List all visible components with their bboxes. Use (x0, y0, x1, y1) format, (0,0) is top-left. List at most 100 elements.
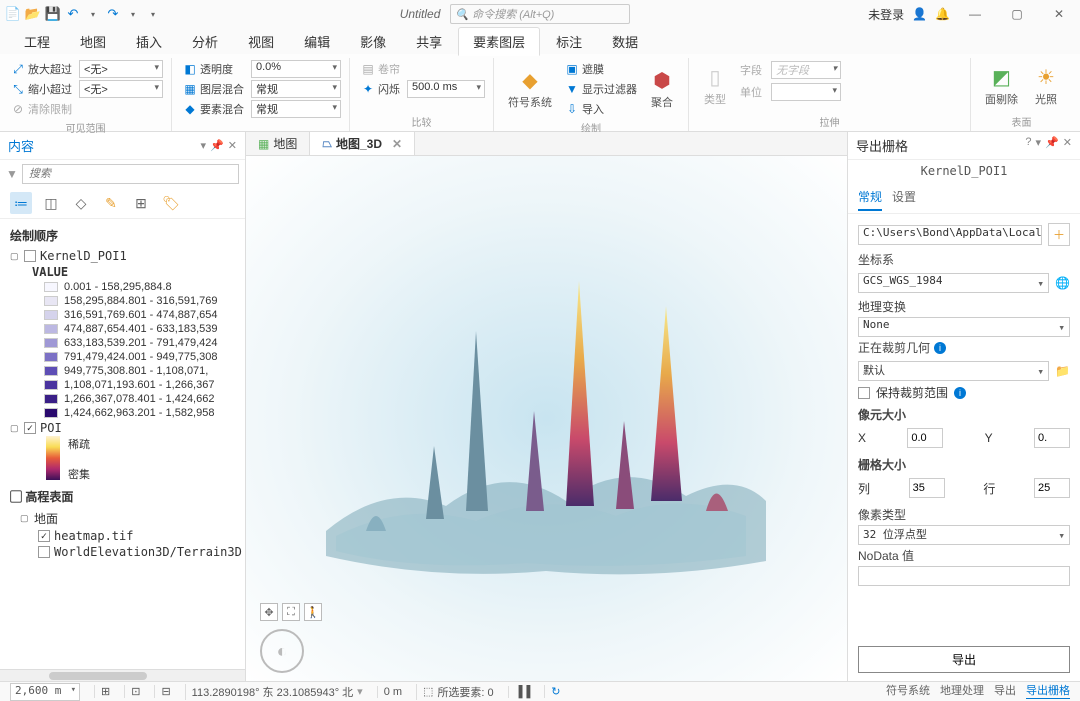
geotrans-select[interactable]: None (858, 317, 1070, 337)
list-by-selection-icon[interactable]: ◇ (70, 192, 92, 214)
caret-icon[interactable]: ▢ (20, 513, 30, 524)
look-around-icon[interactable]: 🚶 (304, 603, 322, 621)
list-by-labeling-icon[interactable]: 🏷 (160, 192, 182, 214)
tab-edit[interactable]: 编辑 (290, 28, 344, 55)
tab-labeling[interactable]: 标注 (542, 28, 596, 55)
tab-share[interactable]: 共享 (402, 28, 456, 55)
save-icon[interactable]: 💾 (44, 5, 62, 23)
help-icon[interactable]: ? (1025, 136, 1031, 155)
aggregate-button[interactable]: ⬢ 聚合 (644, 60, 680, 118)
constraints-icon[interactable]: ⊟ (161, 685, 170, 698)
clip-select[interactable]: 默认 (858, 361, 1049, 381)
qat-more-icon[interactable]: ▾ (144, 5, 162, 23)
tab-imagery[interactable]: 影像 (346, 28, 400, 55)
globe-icon[interactable]: 🌐 (1055, 276, 1070, 290)
user-icon[interactable]: 👤 (912, 7, 927, 21)
login-status[interactable]: 未登录 (868, 6, 904, 23)
layer-blend-select[interactable]: 常规 (251, 80, 341, 98)
list-by-snapping-icon[interactable]: ⊞ (130, 192, 152, 214)
layer-checkbox[interactable] (38, 546, 50, 558)
explore-tool-icon[interactable]: ✥ (260, 603, 278, 621)
tab-analysis[interactable]: 分析 (178, 28, 232, 55)
symbology-button[interactable]: ◆ 符号系统 (502, 60, 558, 118)
panel-options-icon[interactable]: ▾ (1036, 136, 1042, 155)
notifications-icon[interactable]: 🔔 (935, 7, 950, 21)
compass-widget[interactable]: ◐ (260, 629, 304, 673)
display-filter-button[interactable]: ▼显示过滤器 (562, 80, 640, 98)
ground-row[interactable]: ▢ 地面 (2, 509, 243, 528)
panel-pin-icon[interactable]: 📌 (210, 139, 224, 152)
opacity-select[interactable]: 0.0% (251, 60, 341, 78)
full-extent-icon[interactable]: ⛶ (282, 603, 300, 621)
cell-x-input[interactable] (907, 428, 943, 448)
dock-tab-symbology[interactable]: 符号系统 (886, 682, 930, 699)
list-by-editing-icon[interactable]: ✎ (100, 192, 122, 214)
list-by-source-icon[interactable]: ◫ (40, 192, 62, 214)
toc-scrollbar[interactable] (0, 669, 245, 681)
panel-close-icon[interactable]: ✕ (228, 139, 237, 152)
panel-options-icon[interactable]: ▾ (201, 139, 207, 152)
tab-insert[interactable]: 插入 (122, 28, 176, 55)
tab-settings[interactable]: 设置 (892, 184, 916, 211)
list-by-drawing-icon[interactable]: ≔ (10, 192, 32, 214)
zoom-out-beyond[interactable]: ⤡缩小超过 (8, 80, 75, 98)
filter-icon[interactable]: ▼ (6, 167, 18, 181)
cell-y-input[interactable] (1034, 428, 1070, 448)
tab-map[interactable]: 地图 (66, 28, 120, 55)
field-select[interactable]: 无字段 (771, 61, 841, 79)
export-button[interactable]: 导出 (858, 646, 1070, 673)
tab-data[interactable]: 数据 (598, 28, 652, 55)
tab-project[interactable]: 工程 (10, 28, 64, 55)
mask-button[interactable]: ▣遮膜 (562, 60, 640, 78)
caret-icon[interactable]: ▢ (10, 251, 20, 262)
scene-viewport[interactable]: ✥ ⛶ 🚶 ◐ (246, 156, 847, 681)
flash-button[interactable]: ✦闪烁 (358, 80, 403, 98)
caret-icon[interactable]: ▢ (10, 423, 20, 434)
layer-poi[interactable]: ▢ ✓ POI (2, 420, 243, 436)
scale-select[interactable]: 2,600 m (10, 683, 80, 701)
contents-search-input[interactable] (22, 164, 239, 184)
snap-icon[interactable]: ⊡ (131, 685, 140, 698)
cols-input[interactable] (909, 478, 945, 498)
close-button[interactable]: ✕ (1042, 3, 1076, 25)
terrain3d-layer[interactable]: WorldElevation3D/Terrain3D (2, 544, 243, 560)
zoom-out-select[interactable]: <无> (79, 80, 163, 98)
feature-blend-select[interactable]: 常规 (251, 100, 341, 118)
info-icon[interactable]: i (934, 342, 946, 354)
swipe-button[interactable]: ▤卷帘 (358, 60, 403, 78)
tab-view[interactable]: 视图 (234, 28, 288, 55)
lighting-button[interactable]: ☀ 光照 (1028, 60, 1064, 112)
import-button[interactable]: ⇩导入 (562, 100, 640, 118)
select-icon[interactable]: ⬚ (423, 685, 433, 698)
undo-icon[interactable]: ↶ (64, 5, 82, 23)
dock-tab-export[interactable]: 导出 (994, 682, 1016, 699)
new-project-icon[interactable]: 📄 (4, 5, 22, 23)
add-path-icon[interactable]: ＋ (1048, 223, 1070, 246)
heatmap-layer[interactable]: ✓ heatmap.tif (2, 528, 243, 544)
maximize-button[interactable]: ▢ (1000, 3, 1034, 25)
type-button[interactable]: ▯ 类型 (697, 60, 733, 112)
undo-dropdown-icon[interactable]: ▾ (84, 5, 102, 23)
tab-map-2d[interactable]: ▦地图 (246, 132, 310, 155)
dock-tab-export-raster[interactable]: 导出栅格 (1026, 682, 1070, 699)
nodata-input[interactable] (858, 566, 1070, 586)
redo-icon[interactable]: ↷ (104, 5, 122, 23)
tab-general[interactable]: 常规 (858, 184, 882, 211)
layer-checkbox[interactable] (24, 250, 36, 262)
command-search[interactable]: 🔍 命令搜索 (Alt+Q) (450, 4, 630, 24)
minimize-button[interactable]: — (958, 3, 992, 25)
face-cull-button[interactable]: ◩ 面剔除 (979, 60, 1024, 112)
clear-limits[interactable]: ⊘清除限制 (8, 100, 75, 118)
layer-checkbox[interactable]: ✓ (24, 422, 36, 434)
zoom-in-beyond[interactable]: ⤢放大超过 (8, 60, 75, 78)
grid-icon[interactable]: ⊞ (101, 685, 110, 698)
browse-folder-icon[interactable]: 📁 (1055, 364, 1070, 378)
tab-feature-layer[interactable]: 要素图层 (458, 27, 540, 56)
keep-clip-checkbox[interactable] (858, 387, 870, 399)
redo-dropdown-icon[interactable]: ▾ (124, 5, 142, 23)
tab-map-3d[interactable]: ⏢地图_3D✕ (310, 132, 415, 155)
info-icon[interactable]: i (954, 387, 966, 399)
crs-select[interactable]: GCS_WGS_1984 (858, 273, 1049, 293)
output-path-input[interactable]: C:\Users\Bond\AppData\Local\Temp (858, 225, 1042, 245)
flash-duration[interactable]: 500.0 ms (407, 80, 485, 98)
